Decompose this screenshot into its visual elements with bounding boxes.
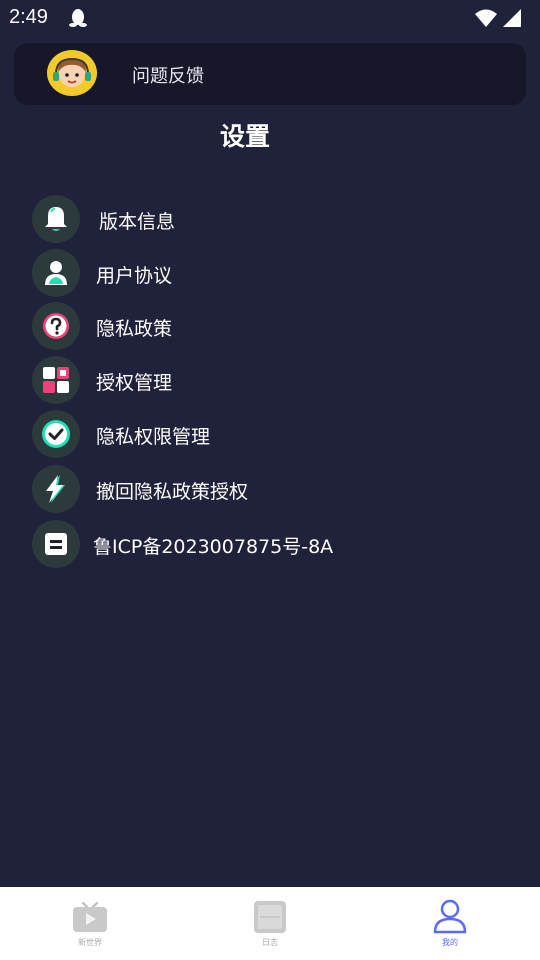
menu-label: 授权管理 — [96, 372, 173, 394]
menu-label: 用户协议 — [96, 265, 173, 287]
bell-icon — [32, 195, 80, 243]
menu-label: 撤回隐私政策授权 — [96, 481, 249, 503]
lightning-icon — [32, 465, 80, 513]
menu-item-authorization-management[interactable]: 授权管理 — [32, 356, 492, 404]
person-icon — [433, 899, 467, 934]
menu-item-privacy-policy[interactable]: 隐私政策 — [32, 302, 492, 350]
nav-tab-log[interactable]: 日志 — [210, 887, 330, 960]
nav-tab-new-world[interactable]: 新世界 — [30, 887, 150, 960]
wifi-icon — [474, 8, 498, 32]
check-icon — [32, 410, 80, 458]
menu-item-icp-record[interactable]: 鲁ICP备2023007875号-8A — [32, 520, 492, 568]
nav-label: 新世界 — [78, 938, 102, 947]
id-card-icon — [32, 520, 80, 568]
qq-penguin-icon — [68, 8, 88, 32]
bottom-nav: 新世界 日志 我的 — [0, 887, 540, 960]
frame-icon — [254, 901, 286, 933]
question-icon — [32, 302, 80, 350]
user-icon — [32, 249, 80, 297]
status-time: 2:49 — [9, 6, 48, 28]
status-bar: 2:49 — [0, 0, 540, 36]
page-title: 设置 — [219, 122, 270, 151]
menu-item-user-agreement[interactable]: 用户协议 — [32, 249, 492, 297]
nav-label: 我的 — [442, 938, 458, 947]
menu-item-version-info[interactable]: 版本信息 — [32, 195, 492, 243]
menu-label: 鲁ICP备2023007875号-8A — [93, 536, 334, 558]
menu-label: 版本信息 — [99, 211, 176, 233]
nav-label: 日志 — [262, 938, 278, 947]
menu-label: 隐私政策 — [96, 318, 173, 340]
customer-service-avatar-icon — [47, 50, 97, 96]
feedback-card[interactable]: 问题反馈 — [14, 43, 526, 105]
nav-tab-mine[interactable]: 我的 — [390, 887, 510, 960]
menu-label: 隐私权限管理 — [96, 426, 211, 448]
grid-icon — [32, 356, 80, 404]
tv-play-icon — [73, 902, 107, 932]
feedback-label: 问题反馈 — [132, 66, 204, 87]
signal-icon — [502, 8, 522, 32]
menu-item-privacy-permission-management[interactable]: 隐私权限管理 — [32, 410, 492, 458]
menu-item-revoke-privacy-authorization[interactable]: 撤回隐私政策授权 — [32, 465, 492, 513]
